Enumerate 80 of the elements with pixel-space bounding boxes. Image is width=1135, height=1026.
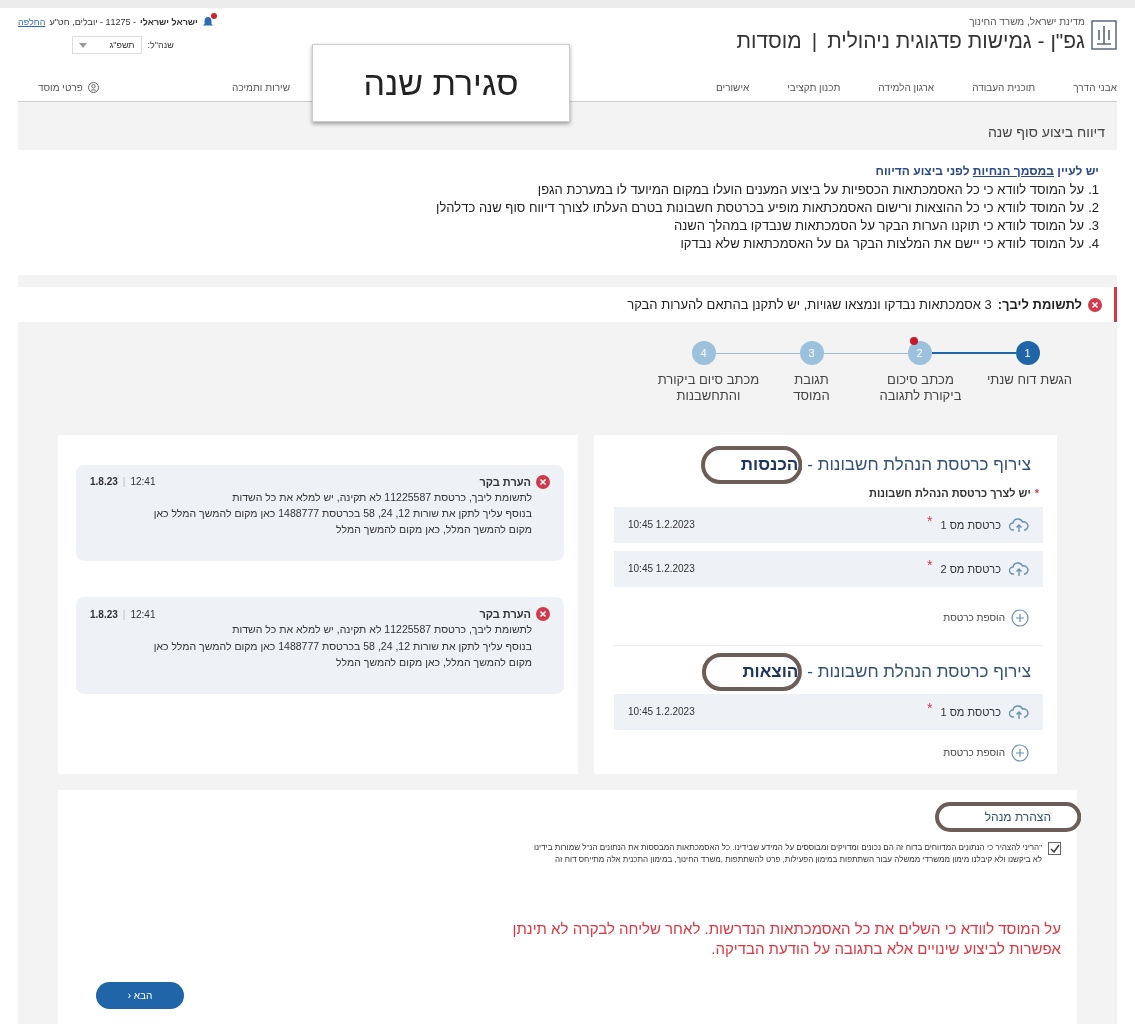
- file-name: כרטסת מס 2: [940, 562, 1001, 575]
- user-icon: [87, 82, 99, 93]
- declaration-title: הצהרת מנהל: [984, 809, 1051, 824]
- comment-date: 1.8.23: [90, 608, 118, 620]
- step-label: מכתב סיום ביקורת והתחשבנות: [656, 372, 761, 405]
- meta-separator: |: [122, 476, 126, 487]
- file-timestamp: 1.2.2023 10:45: [628, 563, 695, 574]
- bell-icon: [201, 16, 214, 28]
- item-number: 3.: [1088, 218, 1099, 233]
- instruction-text: על המוסד לוודא כי יישם את המלצות הבקר גם על האסמכתאות שלא נבדקו: [680, 236, 1085, 251]
- error-icon: [1088, 297, 1102, 312]
- institution-link[interactable]: פרטי מוסד: [38, 82, 99, 93]
- section-title-emphasis: הוצאות: [742, 660, 799, 683]
- caret-icon: [78, 42, 87, 48]
- cloud-upload-icon: [1009, 703, 1029, 720]
- nav-item[interactable]: תוכנית העבודה: [972, 82, 1036, 93]
- alert-text: 3 אסמכתאות נבדקו ונמצאו שגויות, יש לתקנן בהתאם להערות הבקר: [627, 297, 992, 312]
- comment-text: לתשומת ליבך, כרטסת 11225587 לא תקינה, יש למלא את כל השדות בנוסף עליך לתקן את שורות 12, 24, 58 בכרטסת 1488777 כאן מקום להמשך המלל כאן מקום להמשך המלל, כאן מקום להמשך המלל: [152, 622, 533, 670]
- user-details: - 11275 - יובלים, חט"ע: [49, 17, 137, 27]
- nav-item[interactable]: שירות ותמיכה: [232, 82, 290, 93]
- cloud-upload-icon: [1009, 560, 1029, 577]
- instruction-text: על המוסד לוודא כי כל האסמכתאות הכספיות על ביצוע המענים הועלו במקום המיועד לו במערכת הגפן: [537, 182, 1085, 197]
- required-asterisk: *: [927, 512, 933, 529]
- year-label: שנה"ל:: [147, 40, 174, 50]
- file-name: כרטסת מס 1: [940, 518, 1001, 531]
- step-label: מכתב סיכום ביקורת לתגובה: [878, 372, 963, 405]
- step-label: תגובת המוסד: [792, 372, 831, 405]
- declaration-checkbox[interactable]: [1048, 841, 1061, 855]
- required-asterisk: *: [927, 556, 933, 573]
- item-number: 4.: [1088, 236, 1099, 251]
- warning-text: על המוסד לוודא כי השלים את כל האסמכתאות הנדרשות. לאחר שליחה לבקרה לא תינתן אפשרות לביצוע שינויים אלא בתגובה על הודעת הבדיקה.: [511, 919, 1061, 960]
- section-title-emphasis: הכנסות: [740, 453, 799, 476]
- comment-title: הערת בקר: [479, 608, 531, 621]
- nav-item[interactable]: ארגון הלמידה: [878, 82, 935, 93]
- comment-text: לתשומת ליבך, כרטסת 11225587 לא תקינה, יש למלא את כל השדות בנוסף עליך לתקן את שורות 12, 24, 58 בכרטסת 1488777 כאן מקום להמשך המלל כאן מקום להמשך המלל, כאן מקום להמשך המלל: [152, 489, 533, 538]
- nav-item[interactable]: אישורים: [715, 82, 750, 93]
- section-title: צירוף כרטסת הנהלת חשבונות -: [807, 660, 1031, 683]
- app-title: גפ"ן - גמישות פדגוגית ניהולית: [827, 29, 1085, 53]
- declaration-text: "הריני להצהיר כי הנתונים המדווחים בדוח זה הם נכונים ומדויקים ומבוססים על המידע שבידינו. כל האסמכתאות המבססות את הנתונים הנ"ל שמורות בידינו לא ביקשנו ולא קיבלנו מימון ממשרדי ממשלה עבור השתתפות במימון הפעילות, פרט להשתתפות ,משרד החינוך, במימון התכנית אלה מתייחס דוח זה: [533, 841, 1042, 867]
- year-dropdown[interactable]: תשפ"ג: [71, 36, 142, 54]
- callout-label: סגירת שנה: [312, 44, 570, 122]
- error-icon: [536, 607, 550, 622]
- step-label: הגשת דוח שנתי: [985, 372, 1074, 389]
- instruction-text: על המוסד לוודא כי כל ההוצאות ורישום האסמכתאות מופיע בכרטסת חשבונות בטרם העלתו לצורך דיווח סוף שנה כדלהלן: [436, 200, 1085, 215]
- nav-item[interactable]: תכנון תקציבי: [787, 82, 841, 93]
- alert-label: לתשומת ליבך:: [997, 297, 1082, 312]
- file-timestamp: 1.2.2023 10:45: [628, 706, 695, 717]
- checkmark-icon: [1049, 843, 1060, 853]
- section-note: יש לצרך כרטסת הנהלת חשבונות: [869, 486, 1031, 499]
- error-icon: [536, 474, 550, 489]
- ministry-name: מדינת ישראל, משרד החינוך: [968, 16, 1085, 27]
- add-file-link[interactable]: הוספת כרטסת: [614, 594, 1043, 646]
- instruction-text: על המוסד לוודא כי תוקנו הערות הבקר על הסמכתאות שנבדקו במהלך השנה: [674, 218, 1085, 233]
- switch-link[interactable]: החלפה: [18, 17, 46, 27]
- user-name: ישראל ישראלי: [140, 17, 198, 27]
- add-file-link[interactable]: הוספת כרטסת: [614, 737, 1043, 766]
- comment-date: 1.8.23: [90, 476, 118, 487]
- page-title: דיווח ביצוע סוף שנה: [986, 124, 1106, 142]
- next-button[interactable]: הבא ‹: [96, 981, 184, 1009]
- required-asterisk: *: [927, 699, 933, 716]
- cloud-upload-icon: [1009, 516, 1029, 533]
- comment-time: 12:41: [130, 608, 156, 620]
- nav-item[interactable]: אבני הדרך: [1073, 82, 1117, 93]
- item-number: 1.: [1088, 182, 1099, 197]
- item-number: 2.: [1088, 200, 1099, 215]
- title-separator: |: [811, 29, 818, 53]
- comment-title: הערת בקר: [479, 475, 531, 488]
- comment-time: 12:41: [130, 476, 156, 487]
- guidelines-link[interactable]: במסמך הנחיות: [972, 164, 1054, 178]
- file-name: כרטסת מס 1: [940, 705, 1001, 718]
- step-number[interactable]: 1: [1015, 341, 1040, 365]
- instructions-intro: יש לעיין במסמך הנחיות לפני ביצוע הדיווח: [874, 164, 1099, 178]
- required-asterisk: *: [1034, 486, 1039, 499]
- plus-circle-icon: [1011, 743, 1029, 762]
- file-timestamp: 1.2.2023 10:45: [628, 519, 695, 530]
- meta-separator: |: [122, 608, 126, 620]
- emblem-icon: [1091, 20, 1117, 50]
- section-title: מוסדות: [736, 29, 802, 53]
- plus-circle-icon: [1011, 608, 1029, 627]
- section-title: צירוף כרטסת הנהלת חשבונות -: [807, 453, 1031, 476]
